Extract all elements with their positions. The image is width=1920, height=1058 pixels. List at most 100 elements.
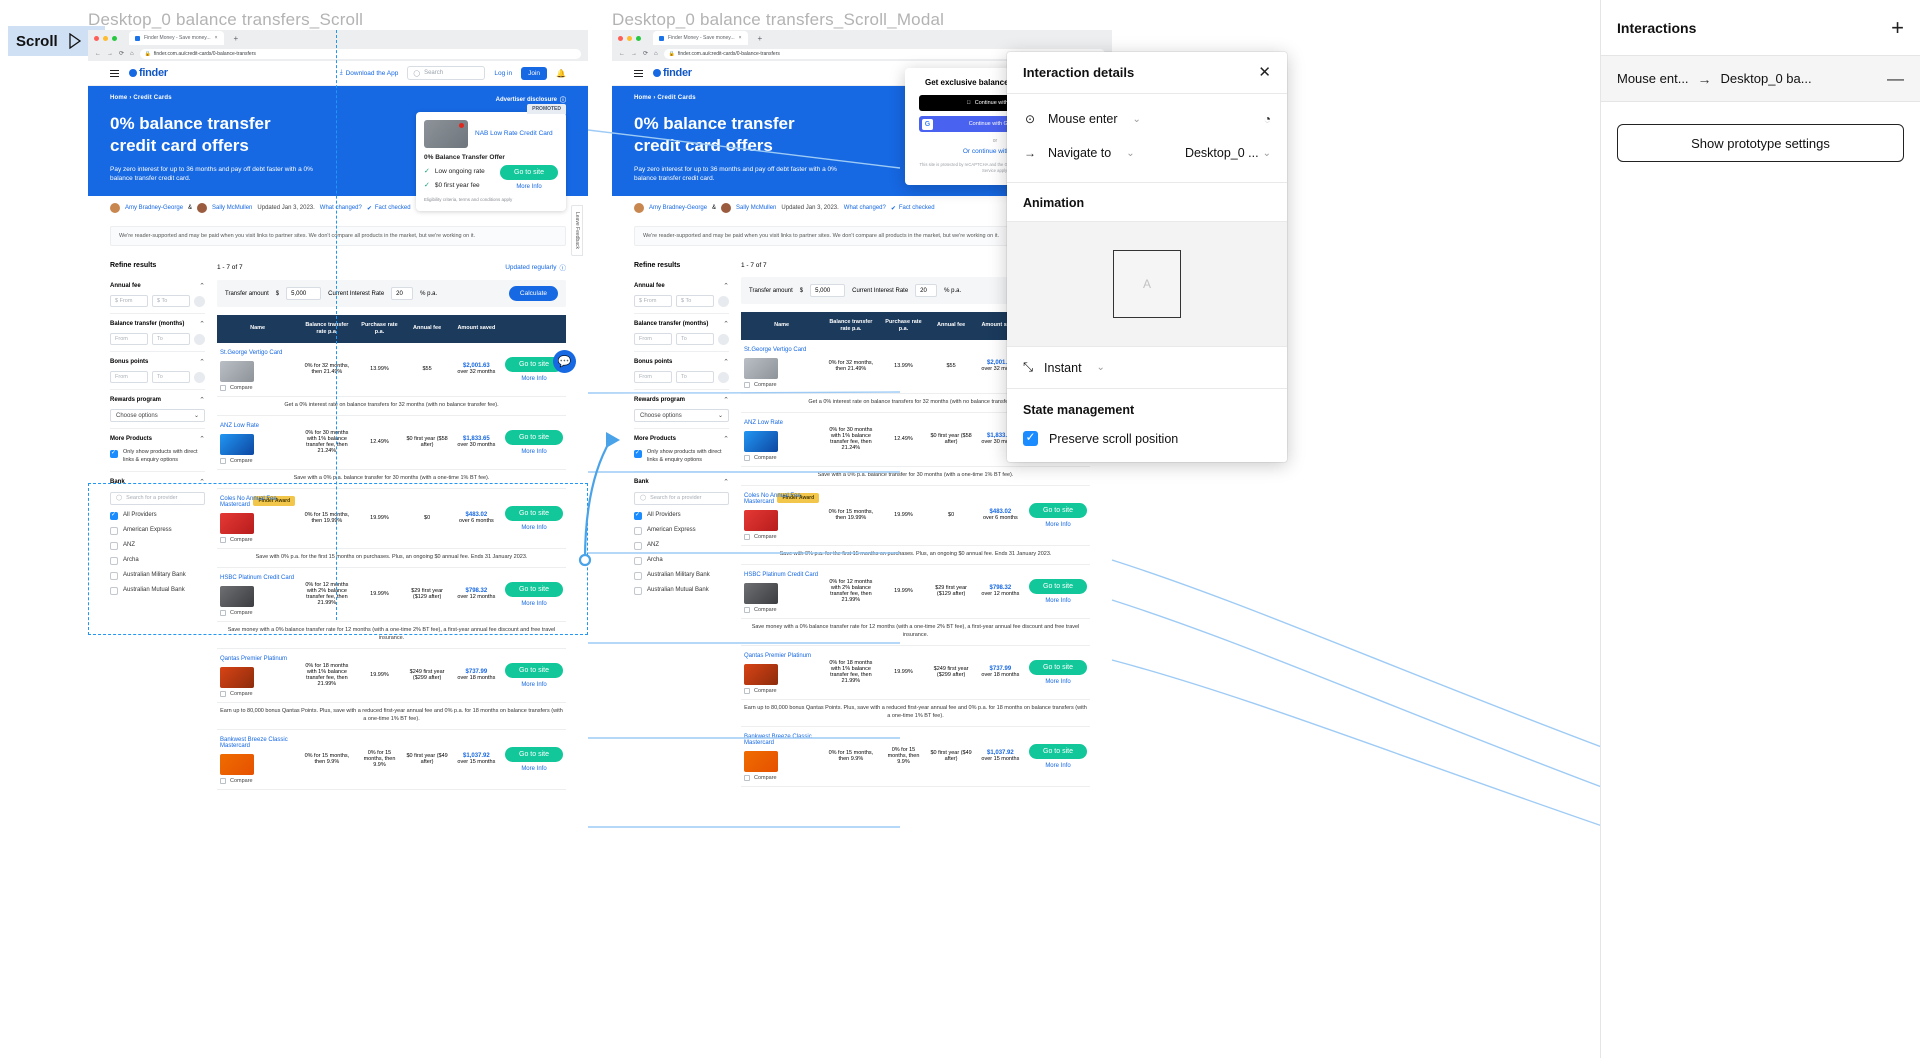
provider-checkbox[interactable]	[634, 526, 642, 535]
compare-checkbox-row[interactable]: Compare	[744, 687, 819, 694]
what-changed-link[interactable]: What changed?	[844, 205, 886, 211]
frame-title-2[interactable]: Desktop_0 balance transfers_Scroll_Modal	[612, 10, 944, 30]
maximize-window-icon[interactable]	[636, 35, 641, 41]
home-icon[interactable]: ⌂	[130, 51, 134, 57]
bt-months-from-input[interactable]: From	[110, 333, 148, 345]
provider-checkbox[interactable]	[634, 586, 642, 595]
close-icon[interactable]: ✕	[1258, 65, 1271, 80]
destination-select[interactable]: Desktop_0 ... ⌄	[1185, 146, 1271, 160]
provider-item[interactable]: Australian Military Bank	[634, 571, 729, 580]
provider-item[interactable]: All Providers	[634, 511, 729, 520]
compare-checkbox[interactable]	[220, 457, 226, 464]
browser-tab[interactable]: Finder Money - Save money... ×	[129, 31, 224, 45]
trigger-row[interactable]: ⊙ Mouse enter ⌄ ◔	[1023, 102, 1271, 136]
table-row[interactable]: Qantas Premier Platinum Compare 0% for 18 …	[741, 645, 1090, 700]
more-info-link[interactable]: More Info	[505, 682, 563, 688]
tab-close-icon[interactable]: ×	[739, 35, 742, 41]
browser-tab[interactable]: Finder Money - Save money... ×	[653, 31, 748, 45]
more-info-link[interactable]: More Info	[1029, 522, 1087, 528]
what-changed-link[interactable]: What changed?	[320, 205, 362, 211]
column-name[interactable]: Name	[217, 315, 299, 343]
transfer-amount-input[interactable]: 5,000	[810, 284, 846, 297]
more-info-link[interactable]: More Info	[505, 766, 563, 772]
chevron-up-icon[interactable]: ⌃	[199, 396, 205, 404]
download-app-link[interactable]: ⤓ Download the App	[340, 69, 399, 77]
join-button[interactable]: Join	[521, 66, 548, 80]
updated-regularly[interactable]: Updated regularly ⓘ	[505, 262, 566, 273]
provider-item[interactable]: American Express	[634, 526, 729, 535]
more-info-link[interactable]: More Info	[1029, 679, 1087, 685]
bell-icon[interactable]: 🔔	[556, 69, 566, 78]
chevron-up-icon[interactable]: ⌃	[723, 320, 729, 328]
arrow-right-icon[interactable]: →	[107, 51, 113, 57]
annual-fee-from-input[interactable]: $ From	[634, 295, 672, 307]
bt-months-to-input[interactable]: To	[152, 333, 190, 345]
compare-checkbox-row[interactable]: Compare	[744, 454, 819, 461]
annual-fee-to-input[interactable]: $ To	[152, 295, 190, 307]
column-amount-saved[interactable]: Amount saved	[450, 315, 502, 343]
arrow-left-icon[interactable]: ←	[619, 51, 625, 57]
play-icon[interactable]	[68, 33, 82, 49]
calculate-button[interactable]: Calculate	[508, 286, 558, 301]
chat-bubble-icon[interactable]: 💬	[553, 350, 576, 373]
go-to-site-button[interactable]: Go to site	[504, 429, 563, 445]
more-products-checkbox[interactable]	[634, 449, 642, 458]
tab-close-icon[interactable]: ×	[215, 35, 218, 41]
go-to-site-button[interactable]: Go to site	[504, 746, 563, 762]
bt-months-to-input[interactable]: To	[676, 333, 714, 345]
close-window-icon[interactable]	[94, 35, 99, 41]
compare-checkbox-row[interactable]: Compare	[220, 690, 295, 697]
column-purchase-rate[interactable]: Purchase rate p.a.	[355, 315, 404, 343]
author-2[interactable]: Sally McMullen	[212, 205, 252, 211]
interest-rate-input[interactable]: 20	[915, 284, 938, 297]
interest-rate-input[interactable]: 20	[391, 287, 414, 300]
go-to-site-button[interactable]: Go to site	[500, 165, 558, 180]
url-input[interactable]: 🔒 finder.com.au/credit-cards/0-balance-t…	[139, 48, 581, 59]
column-bt-rate[interactable]: Balance transfer rate p.a.	[822, 312, 880, 340]
card-name-link[interactable]: ANZ Low Rate	[220, 423, 295, 429]
column-annual-fee[interactable]: Annual fee	[927, 312, 975, 340]
provider-item[interactable]: Archa	[634, 556, 729, 565]
card-name-link[interactable]: Qantas Premier Platinum	[744, 653, 819, 659]
chevron-up-icon[interactable]: ⌃	[199, 320, 205, 328]
card-name-link[interactable]: ANZ Low Rate	[744, 420, 819, 426]
provider-checkbox[interactable]	[634, 511, 642, 520]
finder-logo[interactable]: finder	[653, 67, 692, 79]
author-2[interactable]: Sally McMullen	[736, 205, 776, 211]
card-name-link[interactable]: St.George Vertigo Card	[744, 347, 819, 353]
column-bt-rate[interactable]: Balance transfer rate p.a.	[298, 315, 356, 343]
compare-checkbox-row[interactable]: Compare	[744, 533, 819, 540]
bonus-points-from-input[interactable]: From	[634, 371, 672, 383]
hamburger-icon[interactable]	[634, 68, 643, 79]
provider-checkbox[interactable]	[634, 556, 642, 565]
maximize-window-icon[interactable]	[112, 35, 117, 41]
login-link[interactable]: Log in	[494, 70, 512, 77]
compare-checkbox[interactable]	[744, 533, 750, 540]
arrow-left-icon[interactable]: ←	[95, 51, 101, 57]
go-to-site-button[interactable]: Go to site	[1028, 578, 1087, 594]
compare-checkbox-row[interactable]: Compare	[220, 777, 295, 784]
more-products-checkbox-row[interactable]: Only show products with direct links & e…	[110, 449, 205, 465]
reload-icon[interactable]: ⟳	[643, 50, 648, 57]
compare-checkbox[interactable]	[220, 384, 226, 391]
chevron-up-icon[interactable]: ⌃	[199, 435, 205, 443]
chevron-up-icon[interactable]: ⌃	[199, 282, 205, 290]
table-row[interactable]: Bankwest Breeze Classic Mastercard Compar…	[741, 726, 1090, 787]
card-name-link[interactable]: Qantas Premier Platinum	[220, 656, 295, 662]
apply-filter-button[interactable]	[718, 333, 729, 345]
action-row[interactable]: → Navigate to ⌄ Desktop_0 ... ⌄	[1023, 136, 1271, 170]
provider-search-input[interactable]: ◯ Search for a provider	[634, 491, 729, 505]
new-tab-button[interactable]: +	[234, 34, 239, 43]
minimize-window-icon[interactable]	[103, 35, 108, 41]
chevron-down-icon[interactable]: ⌄	[1097, 362, 1105, 373]
provider-item[interactable]: ANZ	[634, 541, 729, 550]
preserve-scroll-checkbox[interactable]	[1023, 430, 1038, 446]
compare-checkbox[interactable]	[744, 687, 750, 694]
compare-checkbox-row[interactable]: Compare	[744, 774, 819, 781]
chevron-up-icon[interactable]: ⌃	[723, 435, 729, 443]
card-name-link[interactable]: Bankwest Breeze Classic Mastercard	[220, 737, 295, 749]
home-icon[interactable]: ⌂	[654, 51, 658, 57]
chevron-down-icon[interactable]: ⌄	[1132, 114, 1140, 125]
column-name[interactable]: Name	[741, 312, 823, 340]
card-name-link[interactable]: HSBC Platinum Credit Card	[744, 572, 819, 578]
